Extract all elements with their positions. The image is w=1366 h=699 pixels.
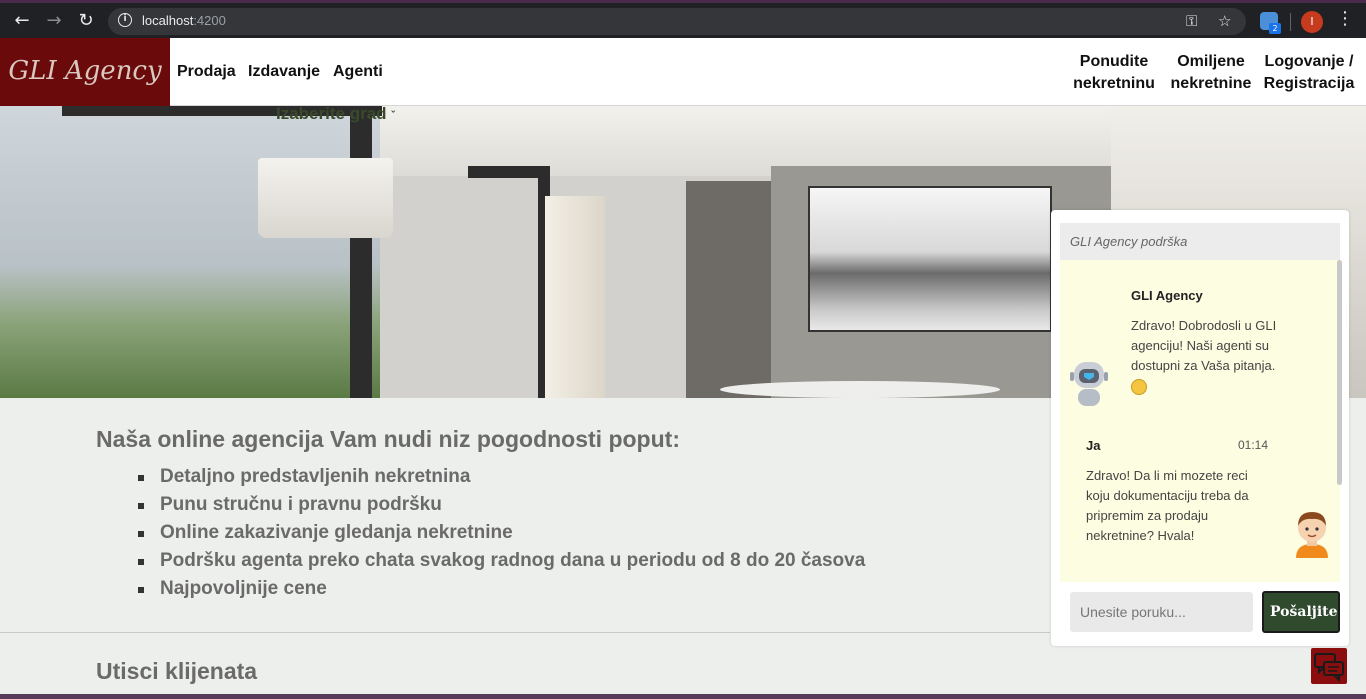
nav-login-register[interactable]: Logovanje / Registracija: [1260, 51, 1358, 95]
message-time: 01:14: [1238, 438, 1269, 452]
chat-scrollbar[interactable]: [1337, 260, 1342, 485]
hero-window: [0, 106, 380, 398]
toolbar-separator: [1290, 13, 1291, 31]
section-divider: [0, 632, 1050, 633]
reload-icon[interactable]: ↻: [74, 9, 98, 33]
user-avatar-icon: [1296, 512, 1328, 558]
bot-avatar-icon: [1070, 362, 1108, 406]
nav-label-line2: nekretninu: [1073, 75, 1155, 92]
nav-label-line2: nekretnine: [1170, 75, 1252, 92]
nav-label-line2: Registracija: [1263, 75, 1355, 92]
benefit-item: Detaljno predstavljenih nekretnina: [96, 463, 1036, 491]
back-icon[interactable]: ←: [10, 9, 34, 33]
smile-emoji-icon: [1131, 378, 1147, 395]
chat-title: GLI Agency podrška: [1060, 223, 1340, 260]
chat-widget: GLI Agency podrška GLI Agency Zdravo! Do…: [1051, 210, 1349, 646]
taskbar-strip: [0, 694, 1366, 699]
message-text-content: Zdravo! Dobrodosli u GLI agenciju! Naši …: [1131, 318, 1277, 373]
message-text: Zdravo! Da li mi mozete reci koju dokume…: [1086, 468, 1249, 543]
chevron-down-icon: ˇ: [391, 110, 395, 122]
hero-table: [720, 381, 1000, 398]
message-text: Zdravo! Dobrodosli u GLI agenciju! Naši …: [1131, 316, 1301, 396]
benefits-list: Detaljno predstavljenih nekretnina Punu …: [96, 463, 1036, 603]
key-icon[interactable]: ⚿: [1186, 12, 1197, 30]
extension-badge: 2: [1269, 23, 1281, 34]
benefit-item: Najpovoljnije cene: [96, 575, 1036, 603]
hero-door: [686, 181, 771, 398]
address-bar[interactable]: i localhost:4200 ⚿ ☆: [108, 8, 1246, 35]
url-text[interactable]: localhost:4200: [142, 13, 226, 28]
forward-icon[interactable]: →: [42, 9, 66, 33]
chat-message-input[interactable]: [1070, 592, 1253, 632]
city-select-label: Izaberite grad: [276, 104, 387, 123]
message-sender: Ja: [1086, 438, 1101, 453]
benefit-item: Punu stručnu i pravnu podršku: [96, 491, 1036, 519]
nav-agenti[interactable]: Agenti: [333, 63, 383, 81]
chat-toggle-button[interactable]: [1311, 648, 1347, 684]
star-icon[interactable]: ☆: [1218, 12, 1231, 30]
nav-prodaja[interactable]: Prodaja: [177, 63, 236, 81]
benefits-title: Naša online agencija Vam nudi niz pogodn…: [96, 426, 680, 452]
hero-lamp: [258, 158, 393, 238]
nav-ponudite-nekretninu[interactable]: Ponudite nekretninu: [1070, 51, 1158, 95]
nav-omiljene-nekretnine[interactable]: Omiljene nekretnine: [1167, 51, 1255, 95]
chat-bubbles-icon: [1314, 653, 1344, 683]
nav-label-line1: Omiljene: [1177, 53, 1245, 70]
hero-painting: [808, 186, 1052, 332]
benefits-section: Naša online agencija Vam nudi niz pogodn…: [96, 426, 1036, 603]
testimonials-title: Utisci klijenata: [96, 658, 258, 684]
benefit-item: Online zakazivanje gledanja nekretnine: [96, 519, 1036, 547]
city-select[interactable]: Izaberite grad ˇ: [276, 104, 395, 124]
site-header: GLI Agency Prodaja Izdavanje Agenti Ponu…: [0, 38, 1366, 106]
nav-izdavanje[interactable]: Izdavanje: [248, 63, 320, 81]
profile-avatar[interactable]: I: [1301, 11, 1323, 33]
message-sender: GLI Agency: [1131, 288, 1203, 303]
nav-label-line1: Ponudite: [1079, 53, 1149, 70]
nav-label-line1: Logovanje /: [1264, 53, 1354, 70]
menu-dots-icon[interactable]: ⋮: [1336, 8, 1354, 29]
browser-toolbar: ← → ↻ i localhost:4200 ⚿ ☆ 2 I ⋮: [0, 0, 1366, 38]
chat-messages[interactable]: GLI Agency Zdravo! Dobrodosli u GLI agen…: [1060, 260, 1340, 582]
site-logo[interactable]: GLI Agency: [0, 38, 170, 106]
benefit-item: Podršku agenta preko chata svakog radnog…: [96, 547, 1036, 575]
site-info-icon[interactable]: i: [118, 13, 132, 27]
send-button[interactable]: Pošaljite: [1262, 591, 1340, 633]
hero-curtain: [545, 196, 605, 398]
